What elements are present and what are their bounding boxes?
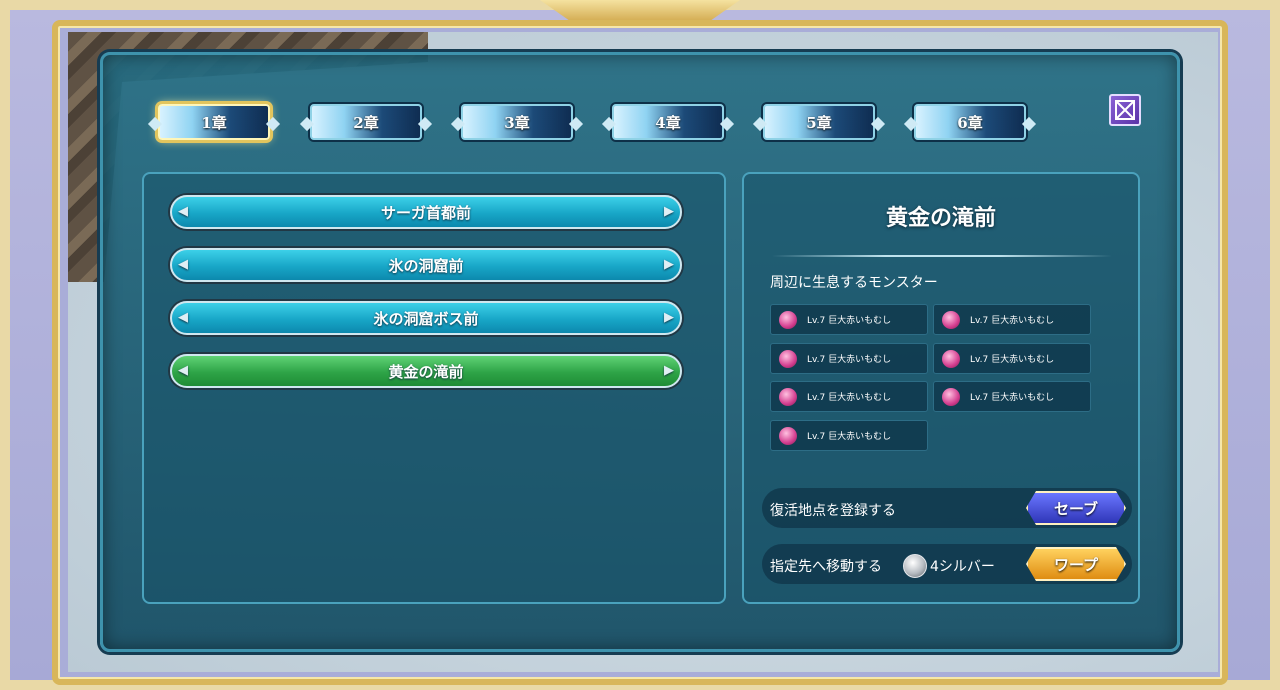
bar-cap-right-icon: ▶: [664, 363, 674, 378]
save-button[interactable]: セーブ: [1026, 491, 1126, 525]
location-list-panel: [142, 172, 726, 604]
monster-entry: Lv.7 巨大赤いもむし: [933, 343, 1091, 374]
silver-coin-icon: [903, 554, 927, 578]
location-label: 氷の洞窟ボス前: [373, 309, 479, 328]
bar-cap-left-icon: ◀: [178, 257, 188, 272]
monster-icon: [779, 426, 797, 445]
bar-cap-right-icon: ▶: [664, 204, 674, 219]
location-item-saga-capital[interactable]: ◀ サーガ首都前 ▶: [170, 195, 682, 229]
bar-cap-right-icon: ▶: [664, 310, 674, 325]
monster-name: Lv.7 巨大赤いもむし: [970, 355, 1055, 365]
save-button-label: セーブ: [1053, 499, 1099, 518]
location-title: 黄金の滝前: [885, 205, 996, 231]
tab-label: 3章: [504, 113, 530, 132]
monster-entry: Lv.7 巨大赤いもむし: [933, 304, 1091, 335]
save-row-label: 復活地点を登録する: [770, 503, 896, 519]
monster-icon: [942, 310, 960, 329]
location-item-ice-cave[interactable]: ◀ 氷の洞窟前 ▶: [170, 248, 682, 282]
bar-cap-right-icon: ▶: [664, 257, 674, 272]
monster-name: Lv.7 巨大赤いもむし: [807, 432, 892, 442]
tab-chapter-3[interactable]: 3章: [461, 104, 573, 140]
monster-entry: Lv.7 巨大赤いもむし: [770, 304, 928, 335]
tab-label: 4章: [655, 113, 681, 132]
monster-name: Lv.7 巨大赤いもむし: [970, 393, 1055, 403]
monster-entry: Lv.7 巨大赤いもむし: [770, 343, 928, 374]
monster-name: Lv.7 巨大赤いもむし: [970, 316, 1055, 326]
bar-cap-left-icon: ◀: [178, 204, 188, 219]
monster-entry: Lv.7 巨大赤いもむし: [770, 420, 928, 451]
warp-button-label: ワープ: [1053, 555, 1099, 574]
tab-label: 6章: [957, 113, 983, 132]
location-item-ice-cave-boss[interactable]: ◀ 氷の洞窟ボス前 ▶: [170, 301, 682, 335]
tab-chapter-6[interactable]: 6章: [914, 104, 1026, 140]
location-label: 黄金の滝前: [388, 362, 464, 381]
monster-list-heading: 周辺に生息するモンスター: [770, 275, 938, 291]
warp-button[interactable]: ワープ: [1026, 547, 1126, 581]
monster-name: Lv.7 巨大赤いもむし: [807, 316, 892, 326]
close-button[interactable]: [1109, 94, 1141, 126]
close-icon: [1115, 100, 1135, 120]
monster-name: Lv.7 巨大赤いもむし: [807, 355, 892, 365]
monster-icon: [779, 349, 797, 368]
tab-chapter-5[interactable]: 5章: [763, 104, 875, 140]
bar-cap-left-icon: ◀: [178, 310, 188, 325]
title-divider: [772, 255, 1112, 257]
tab-label: 2章: [353, 113, 379, 132]
warp-row-label: 指定先へ移動する: [770, 559, 882, 575]
location-item-golden-falls[interactable]: ◀ 黄金の滝前 ▶: [170, 354, 682, 388]
monster-icon: [942, 387, 960, 406]
tab-chapter-2[interactable]: 2章: [310, 104, 422, 140]
tab-chapter-1[interactable]: 1章: [158, 104, 270, 140]
monster-icon: [779, 387, 797, 406]
warp-cost: 4シルバー: [930, 559, 995, 575]
bar-cap-left-icon: ◀: [178, 363, 188, 378]
monster-icon: [942, 349, 960, 368]
monster-icon: [779, 310, 797, 329]
location-label: サーガ首都前: [380, 203, 471, 222]
location-label: 氷の洞窟前: [388, 256, 464, 275]
tab-label: 5章: [806, 113, 832, 132]
tab-chapter-4[interactable]: 4章: [612, 104, 724, 140]
tab-label: 1章: [201, 113, 227, 132]
monster-entry: Lv.7 巨大赤いもむし: [933, 381, 1091, 412]
monster-entry: Lv.7 巨大赤いもむし: [770, 381, 928, 412]
monster-name: Lv.7 巨大赤いもむし: [807, 393, 892, 403]
